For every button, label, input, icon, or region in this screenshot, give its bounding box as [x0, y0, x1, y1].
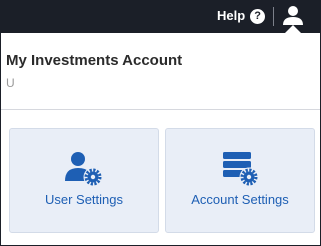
topbar-divider	[273, 7, 274, 26]
account-settings-tile[interactable]: Account Settings	[165, 128, 315, 233]
user-settings-icon	[65, 152, 103, 187]
user-settings-label: User Settings	[44, 192, 124, 207]
account-subtitle: U	[6, 76, 15, 90]
user-settings-tile[interactable]: User Settings	[9, 128, 159, 233]
help-label: Help	[217, 8, 246, 23]
help-icon: ?	[250, 8, 266, 24]
user-icon	[283, 6, 303, 25]
account-title: My Investments Account	[6, 52, 183, 69]
account-settings-icon	[223, 152, 259, 187]
dropdown-caret	[285, 25, 301, 33]
help-link[interactable]: Help ?	[217, 7, 266, 25]
section-separator	[1, 109, 320, 110]
user-menu-dropdown: Help ? My Investments Account U User Set…	[0, 0, 321, 246]
top-navigation-bar: Help ?	[1, 1, 320, 33]
account-settings-label: Account Settings	[191, 192, 289, 207]
